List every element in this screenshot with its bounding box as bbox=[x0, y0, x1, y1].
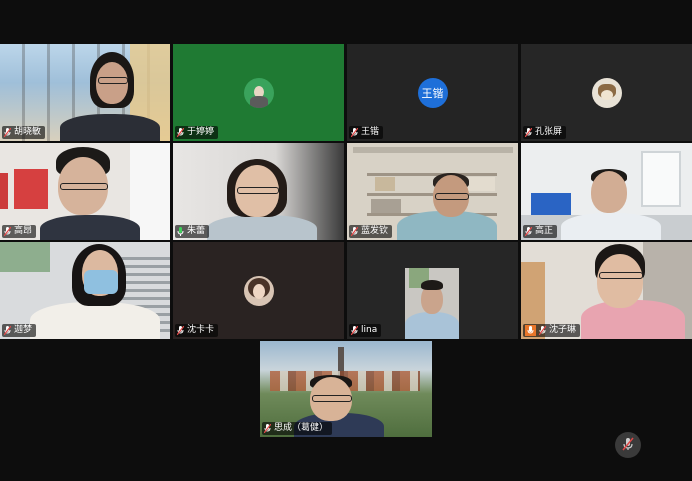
participant-name-tag: lina bbox=[349, 324, 382, 337]
participant-name: 高昂 bbox=[14, 226, 33, 236]
avatar bbox=[591, 77, 622, 108]
participant-name: 沈卡卡 bbox=[187, 325, 215, 335]
participant-name-tag: 蓝发钦 bbox=[349, 225, 393, 238]
avatar bbox=[243, 275, 274, 306]
video-tile-p2[interactable]: 于婷婷 bbox=[173, 44, 344, 141]
avatar bbox=[243, 77, 274, 108]
mic-muted-icon bbox=[539, 326, 546, 335]
participant-name: 高正 bbox=[535, 226, 554, 236]
mic-muted-icon bbox=[264, 424, 271, 433]
participant-name: 孔张屏 bbox=[535, 127, 563, 137]
video-tile-p9[interactable]: 迦梦 bbox=[0, 242, 170, 339]
participant-name-tag: 思成（葛健） bbox=[262, 422, 333, 435]
video-tile-p6[interactable]: 朱蕾 bbox=[173, 143, 344, 240]
participant-name-tag: 高昂 bbox=[2, 225, 37, 238]
participant-name: 迦梦 bbox=[14, 325, 33, 335]
participant-name: 于婷婷 bbox=[187, 127, 215, 137]
mic-muted-icon bbox=[177, 128, 184, 137]
mic-muted-icon bbox=[622, 436, 634, 455]
mic-muted-icon bbox=[177, 326, 184, 335]
mic-muted-icon bbox=[525, 325, 536, 336]
video-tile-p8[interactable]: 高正 bbox=[521, 143, 692, 240]
participant-name: 王锴 bbox=[361, 127, 380, 137]
participant-name: 胡晓敏 bbox=[14, 127, 42, 137]
participant-name-tag: 迦梦 bbox=[2, 324, 37, 337]
video-tile-p7[interactable]: 蓝发钦 bbox=[347, 143, 518, 240]
mic-muted-icon bbox=[351, 128, 358, 137]
participant-name-tag: 胡晓敏 bbox=[2, 126, 46, 139]
mic-muted-icon bbox=[4, 128, 11, 137]
video-tile-p3[interactable]: 王锴 王锴 bbox=[347, 44, 518, 141]
participant-name-tag: 孔张屏 bbox=[523, 126, 567, 139]
mic-muted-icon bbox=[4, 227, 11, 236]
mic-muted-icon bbox=[525, 128, 532, 137]
video-tile-p13[interactable]: 思成（葛健） bbox=[260, 341, 432, 437]
mic-muted-icon bbox=[4, 326, 11, 335]
participant-name: 蓝发钦 bbox=[361, 226, 389, 236]
video-tile-p11[interactable]: lina bbox=[347, 242, 518, 339]
mic-muted-icon bbox=[351, 326, 358, 335]
mic-muted-icon bbox=[351, 227, 358, 236]
video-tile-p1[interactable]: 胡晓敏 bbox=[0, 44, 170, 141]
participant-name-tag: 高正 bbox=[523, 225, 558, 238]
participant-name-tag: 王锴 bbox=[349, 126, 384, 139]
participant-name: lina bbox=[361, 325, 378, 335]
participant-name-tag: 于婷婷 bbox=[175, 126, 219, 139]
video-tile-p12[interactable]: 沈子琳 bbox=[521, 242, 692, 339]
participant-name-tag: 沈卡卡 bbox=[175, 324, 219, 337]
mic-toggle-button[interactable] bbox=[615, 432, 641, 458]
video-tile-p5[interactable]: 高昂 bbox=[0, 143, 170, 240]
participant-name-tag: 沈子琳 bbox=[523, 324, 581, 337]
video-tile-p10[interactable]: 沈卡卡 bbox=[173, 242, 344, 339]
video-tile-p4[interactable]: 孔张屏 bbox=[521, 44, 692, 141]
participant-name: 朱蕾 bbox=[187, 226, 206, 236]
avatar: 王锴 bbox=[417, 77, 448, 108]
mic-speaking-icon bbox=[177, 227, 184, 236]
participant-name: 思成（葛健） bbox=[274, 423, 329, 433]
participant-name: 沈子琳 bbox=[549, 325, 577, 335]
participant-name-tag: 朱蕾 bbox=[175, 225, 210, 238]
mic-muted-icon bbox=[525, 227, 532, 236]
